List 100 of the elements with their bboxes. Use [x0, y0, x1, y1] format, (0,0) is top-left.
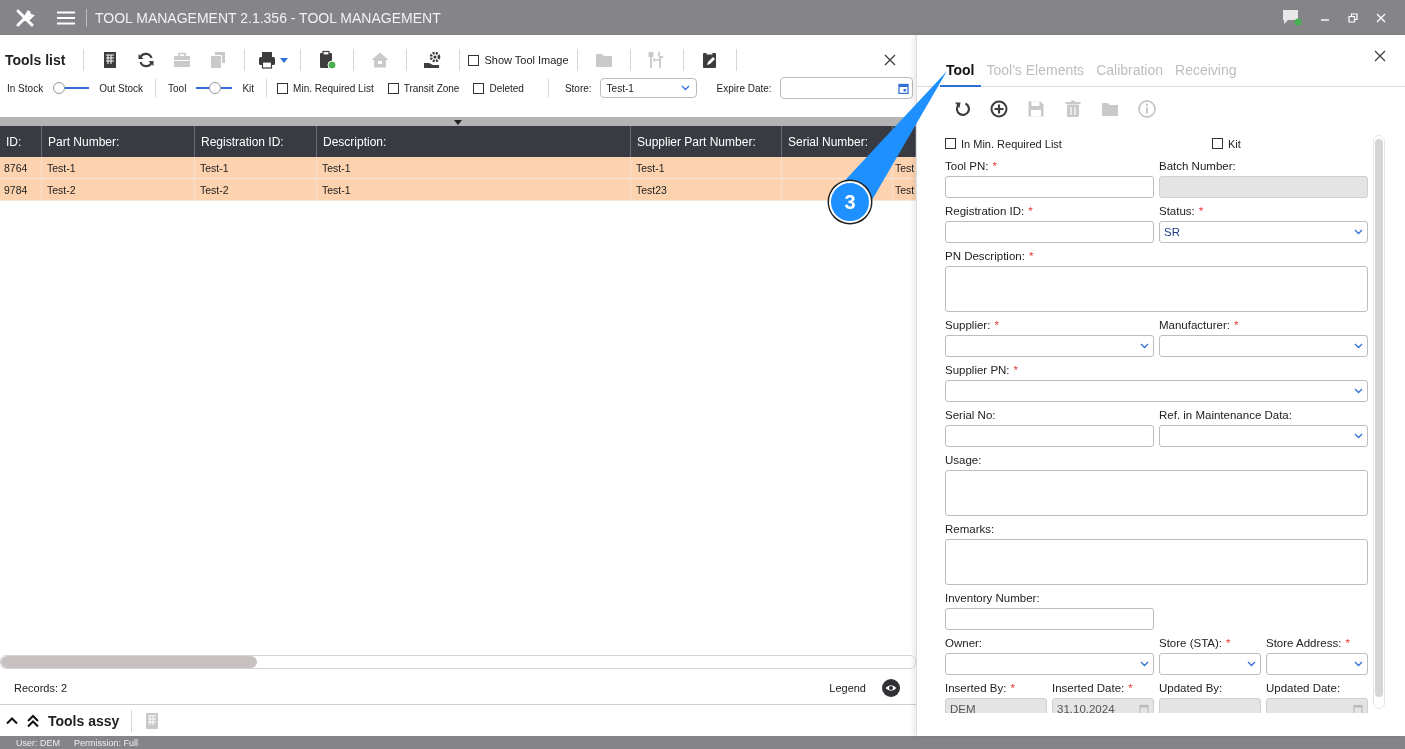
field-label: Updated By:	[1159, 681, 1223, 696]
scrollbar-thumb[interactable]	[1375, 139, 1383, 697]
table-cell: Test-1	[322, 161, 351, 174]
expire-date-label: Expire Date:	[716, 82, 772, 94]
collapse-arrow-icon[interactable]	[454, 120, 462, 125]
close-icon[interactable]	[1374, 49, 1386, 62]
checkbox-label: Transit Zone	[403, 82, 460, 94]
toggle-switch[interactable]	[53, 82, 90, 94]
checkbox-label: Min. Required List	[293, 82, 374, 94]
field-label: Store (STA):	[1159, 636, 1223, 651]
field-label: Supplier PN:	[945, 363, 1010, 378]
field-label: Inserted Date:	[1052, 681, 1125, 696]
table-cell: Test-1	[636, 161, 665, 174]
dropdown-field[interactable]	[945, 380, 1368, 402]
expire-date-field[interactable]	[779, 77, 913, 99]
permission-label: Permission: Full	[74, 737, 139, 748]
refresh-icon[interactable]	[136, 50, 157, 70]
field-label: Remarks:	[945, 522, 995, 537]
legend-link[interactable]: Legend	[829, 681, 866, 694]
table-row[interactable]: 8764 Test-1 Test-1 Test-1 Test-1 Test	[0, 157, 916, 179]
required-marker: *	[1198, 204, 1204, 219]
horizontal-scrollbar[interactable]	[0, 655, 916, 669]
checkbox-label: Kit	[1228, 137, 1241, 150]
field-label: Batch Number:	[1159, 159, 1236, 174]
table-cell: Test-2	[47, 183, 76, 196]
dropdown-field[interactable]: SR	[1159, 221, 1368, 243]
panel-title: Tools list	[5, 52, 66, 68]
toggle-label: Out Stock	[98, 82, 145, 94]
toggle-switch[interactable]	[196, 82, 233, 94]
checkbox-label: Show Tool Image	[484, 54, 569, 66]
field-label: Status:	[1159, 204, 1195, 219]
text-area[interactable]	[945, 539, 1368, 585]
dropdown-field[interactable]	[1266, 653, 1368, 675]
field-label: PN Description:	[945, 249, 1025, 264]
dropdown-field[interactable]	[945, 653, 1154, 675]
field-label: Owner:	[945, 636, 983, 651]
required-marker: *	[1128, 681, 1133, 696]
user-label: User: DEM	[16, 737, 60, 748]
table-cell: Test23	[636, 183, 667, 196]
caret-icon	[280, 57, 289, 63]
required-marker: *	[1010, 681, 1015, 696]
close-icon[interactable]	[884, 54, 896, 66]
text-field[interactable]	[945, 221, 1154, 243]
printer-icon[interactable]	[257, 50, 278, 70]
chevron-up-icon[interactable]	[6, 716, 18, 725]
eye-icon[interactable]	[882, 678, 900, 697]
required-marker: *	[992, 159, 997, 174]
toggle-label: In Stock	[6, 82, 45, 94]
required-marker: *	[1028, 204, 1033, 219]
text-field[interactable]	[945, 425, 1154, 447]
table-cell: 8764	[4, 161, 28, 174]
table-cell: Test	[895, 161, 915, 174]
double-chevron-up-icon[interactable]	[26, 713, 40, 728]
checkbox[interactable]	[473, 82, 485, 94]
table-cell: Test-1	[47, 161, 76, 174]
text-field[interactable]	[945, 176, 1154, 198]
calendar-icon[interactable]	[897, 82, 909, 94]
panel-title: Tools assy	[48, 712, 120, 729]
field-label: Updated Date:	[1266, 681, 1341, 696]
required-marker: *	[1013, 363, 1019, 378]
text-area[interactable]	[945, 266, 1368, 312]
field-label: Manufacturer:	[1159, 318, 1230, 333]
chevron-down-icon	[1354, 433, 1363, 439]
field-label: Store Address:	[1266, 636, 1342, 651]
step-number-badge: 3	[829, 181, 871, 223]
checkbox[interactable]	[277, 82, 289, 94]
text-field[interactable]	[945, 608, 1154, 630]
store-select[interactable]: Test-1	[599, 78, 697, 98]
text-area[interactable]	[945, 470, 1368, 516]
required-marker: *	[1233, 318, 1239, 333]
dropdown-field[interactable]	[1159, 335, 1368, 357]
record-count: Records: 2	[14, 681, 68, 694]
dropdown-field[interactable]	[1159, 653, 1261, 675]
toggle-label: Tool	[167, 82, 188, 94]
chevron-down-icon	[1354, 388, 1363, 394]
scrollbar-thumb[interactable]	[1, 656, 257, 668]
checkbox[interactable]	[945, 138, 956, 149]
field-label: Usage:	[945, 453, 982, 468]
required-marker: *	[994, 318, 999, 333]
checkbox[interactable]	[1212, 138, 1223, 149]
checkbox[interactable]	[387, 82, 399, 94]
dropdown-field[interactable]	[1159, 425, 1368, 447]
menu-icon[interactable]	[57, 10, 75, 25]
toggle-label: Kit	[241, 82, 256, 94]
field-label: Inserted By:	[945, 681, 1007, 696]
restore-icon[interactable]	[1348, 12, 1358, 23]
chevron-down-icon	[1140, 343, 1149, 349]
chevron-down-icon	[1354, 343, 1363, 349]
clipboard-icon[interactable]	[317, 50, 338, 70]
checkbox[interactable]	[468, 54, 480, 66]
window-title: TOOL MANAGEMENT 2.1.356 - TOOL MANAGEMENT	[95, 9, 441, 26]
switch-thumb[interactable]	[53, 82, 66, 94]
switch-thumb[interactable]	[209, 82, 222, 94]
store-label: Store:	[564, 82, 592, 94]
message-icon[interactable]	[1282, 8, 1302, 27]
add-icon[interactable]	[989, 99, 1009, 119]
table-cell: Test-1	[322, 183, 351, 196]
table-cell: Test	[895, 183, 915, 196]
dropdown-field[interactable]	[945, 335, 1154, 357]
field-label: Tool PN:	[945, 159, 989, 174]
